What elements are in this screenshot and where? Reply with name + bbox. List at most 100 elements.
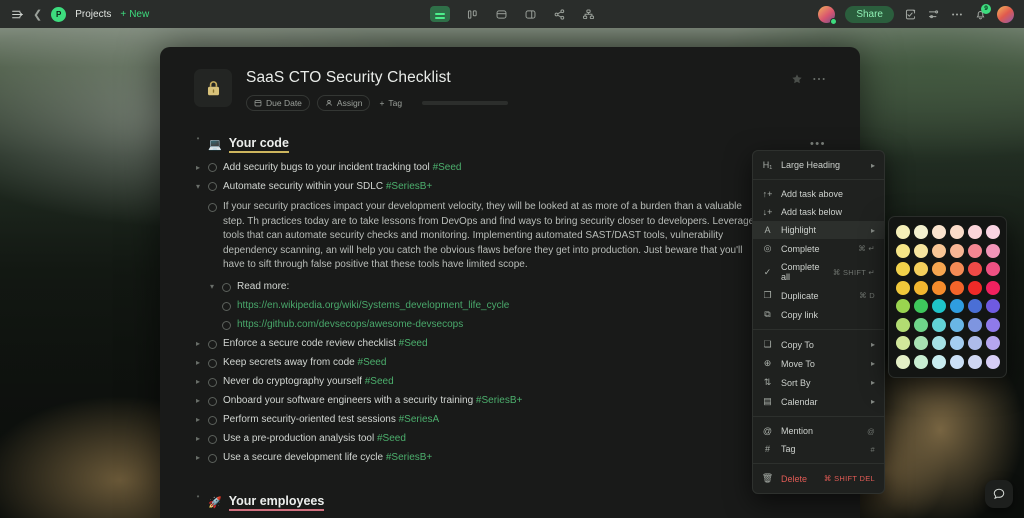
list-item[interactable]: ▾ Read more: [194, 275, 826, 297]
collapse-icon[interactable]: ▾ [208, 280, 216, 294]
color-swatch[interactable] [950, 225, 964, 239]
timeline-view-icon[interactable] [495, 8, 508, 21]
expand-icon[interactable]: ▸ [194, 451, 202, 465]
due-date-chip[interactable]: Due Date [246, 95, 310, 111]
menu-item-calendar[interactable]: ▤ Calendar ▸ [753, 392, 884, 411]
menu-item-highlight[interactable]: A Highlight ▸ [753, 221, 884, 239]
color-swatch[interactable] [950, 243, 964, 258]
color-swatch[interactable] [932, 336, 946, 350]
document-more-icon[interactable] [812, 73, 826, 85]
new-button[interactable]: + New [120, 9, 149, 20]
menu-item-add-task-below[interactable]: ↓+ Add task below [753, 203, 884, 221]
color-swatch[interactable] [986, 336, 1000, 350]
color-swatch[interactable] [968, 243, 982, 258]
menu-item-copy-link[interactable]: ⧉ Copy link [753, 305, 884, 324]
sidebar-toggle-icon[interactable] [11, 8, 24, 21]
color-swatch[interactable] [896, 336, 910, 350]
filter-icon[interactable] [927, 8, 940, 21]
list-item[interactable]: ▸ Use a secure development life cycle #S… [194, 449, 826, 468]
color-swatch[interactable] [986, 354, 1000, 369]
expand-icon[interactable]: ▸ [194, 161, 202, 175]
color-swatch[interactable] [950, 299, 964, 313]
list-item[interactable]: ▸ Never do cryptography yourself #Seed [194, 373, 826, 392]
section-more-icon[interactable]: ••• [810, 138, 826, 150]
color-swatch[interactable] [950, 336, 964, 350]
menu-item-add-task-above[interactable]: ↑+ Add task above [753, 185, 884, 203]
share-button[interactable]: Share [845, 5, 894, 23]
color-swatch[interactable] [896, 299, 910, 313]
assign-chip[interactable]: Assign [316, 95, 371, 111]
list-item[interactable]: ▾ Automate security within your SDLC #Se… [194, 177, 826, 196]
color-swatch[interactable] [986, 225, 1000, 239]
color-swatch[interactable] [968, 317, 982, 332]
menu-item-complete-all[interactable]: ✓ Complete all ⌘ SHIFT ↵ [753, 258, 884, 286]
drag-handle[interactable]: • [194, 132, 202, 146]
task-checkbox[interactable] [208, 182, 217, 191]
menu-item-large-heading[interactable]: H₁ Large Heading ▸ [753, 156, 884, 174]
color-swatch[interactable] [914, 299, 928, 313]
color-swatch[interactable] [932, 317, 946, 332]
color-swatch[interactable] [968, 225, 982, 239]
task-checkbox[interactable] [208, 163, 217, 172]
collapse-icon[interactable]: ▾ [194, 180, 202, 194]
color-swatch[interactable] [914, 354, 928, 369]
list-item[interactable]: ▸ Use a pre-production analysis tool #Se… [194, 430, 826, 449]
color-swatch[interactable] [986, 262, 1000, 276]
color-swatch[interactable] [932, 354, 946, 369]
drag-handle[interactable]: • [194, 490, 202, 504]
color-swatch[interactable] [986, 317, 1000, 332]
color-swatch[interactable] [914, 262, 928, 276]
menu-item-tag[interactable]: # Tag # [753, 440, 884, 458]
color-swatch[interactable] [896, 262, 910, 276]
color-swatch[interactable] [986, 243, 1000, 258]
task-checkbox[interactable] [208, 377, 217, 387]
color-swatch[interactable] [914, 280, 928, 295]
expand-icon[interactable]: ▸ [194, 337, 202, 351]
color-swatch[interactable] [968, 354, 982, 369]
expand-icon[interactable]: ▸ [194, 432, 202, 446]
list-item[interactable]: ▸ Add security bugs to your incident tra… [194, 158, 826, 177]
color-swatch[interactable] [914, 317, 928, 332]
expand-icon[interactable]: ▸ [194, 394, 202, 408]
task-checkbox[interactable] [222, 320, 231, 330]
more-icon[interactable] [950, 8, 964, 21]
color-swatch[interactable] [932, 299, 946, 313]
color-swatch[interactable] [932, 225, 946, 239]
star-icon[interactable] [791, 73, 803, 85]
menu-item-mention[interactable]: @ Mention @ [753, 422, 884, 440]
breadcrumb-projects[interactable]: Projects [75, 9, 111, 20]
color-swatch[interactable] [932, 280, 946, 295]
color-swatch[interactable] [968, 262, 982, 276]
paragraph-item[interactable]: If your security practices impact your d… [194, 196, 826, 275]
list-item[interactable]: ▸ Perform security-oriented test session… [194, 411, 826, 430]
menu-item-delete[interactable]: 🗑 Delete ⌘ SHIFT DEL [753, 469, 884, 488]
chat-bubble-icon[interactable] [985, 480, 1013, 508]
task-checkbox[interactable] [208, 453, 217, 463]
tag-chip[interactable]: + Tag [377, 96, 409, 110]
color-swatch[interactable] [914, 225, 928, 239]
task-checkbox[interactable] [208, 415, 217, 425]
lock-icon[interactable] [194, 69, 232, 107]
menu-item-sort-by[interactable]: ⇅ Sort By ▸ [753, 373, 884, 392]
color-swatch[interactable] [950, 317, 964, 332]
color-swatch[interactable] [932, 262, 946, 276]
activity-icon[interactable] [904, 8, 917, 21]
menu-item-move-to[interactable]: ⊕ Move To ▸ [753, 354, 884, 373]
color-swatch[interactable] [950, 354, 964, 369]
task-checkbox[interactable] [208, 434, 217, 444]
avatar[interactable] [818, 5, 838, 25]
list-view-icon[interactable] [429, 6, 450, 22]
list-item[interactable]: https://en.wikipedia.org/wiki/Systems_de… [194, 297, 826, 316]
link-text[interactable]: https://github.com/devsecops/awesome-dev… [237, 318, 463, 332]
expand-icon[interactable]: ▸ [194, 413, 202, 427]
expand-icon[interactable]: ▸ [194, 356, 202, 370]
color-swatch[interactable] [968, 336, 982, 350]
list-item[interactable]: ▸ Onboard your software engineers with a… [194, 392, 826, 411]
color-swatch[interactable] [986, 280, 1000, 295]
color-swatch[interactable] [914, 336, 928, 350]
color-swatch[interactable] [896, 280, 910, 295]
color-swatch[interactable] [896, 354, 910, 369]
color-swatch[interactable] [896, 317, 910, 332]
color-swatch[interactable] [896, 225, 910, 239]
task-checkbox[interactable] [208, 358, 217, 368]
